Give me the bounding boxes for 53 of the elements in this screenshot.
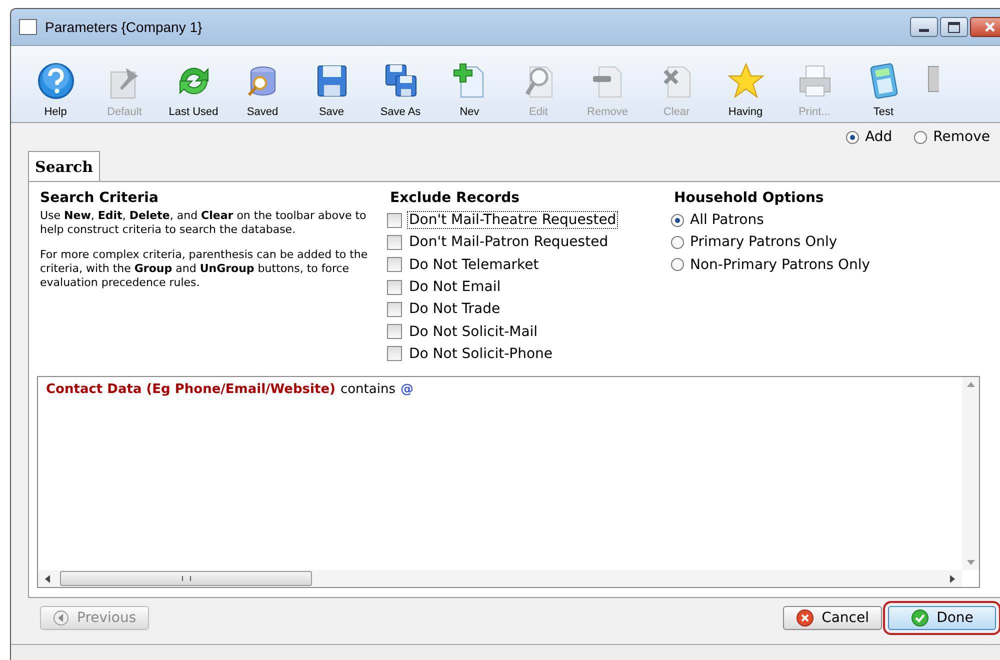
checkbox[interactable] bbox=[387, 280, 402, 295]
criteria-field[interactable]: Contact Data (Eg Phone/Email/Website) bbox=[46, 382, 336, 397]
checkbox-label[interactable]: Do Not Solicit-Phone bbox=[407, 344, 554, 363]
help-paragraph: For more complex criteria, parenthesis can be added to the criteria, with the Group and UnGroup buttons, to force evaluation precedence rules. bbox=[40, 248, 369, 290]
checkbox-label[interactable]: Do Not Telemarket bbox=[407, 256, 541, 274]
household-radio[interactable]: Primary Patrons Only bbox=[671, 231, 1000, 254]
checkbox[interactable] bbox=[387, 234, 402, 250]
toolbar-button[interactable]: Last Used bbox=[159, 62, 228, 118]
checkbox[interactable] bbox=[387, 302, 402, 317]
section-heading: Exclude Records bbox=[390, 190, 520, 206]
checkbox-label[interactable]: Don't Mail-Theatre Requested bbox=[407, 211, 618, 230]
close-button[interactable] bbox=[970, 17, 1000, 37]
section-heading: Search Criteria bbox=[40, 190, 160, 206]
toolbar-button[interactable]: Save As bbox=[366, 62, 435, 118]
section-heading: Household Options bbox=[674, 190, 825, 206]
checkbox-label[interactable]: Do Not Email bbox=[407, 278, 503, 296]
window-title: Parameters {Company 1} bbox=[45, 19, 204, 35]
checkbox[interactable] bbox=[387, 212, 402, 228]
criteria-value[interactable]: @ bbox=[400, 382, 414, 397]
toolbar-button[interactable]: Help bbox=[21, 62, 90, 118]
star-icon bbox=[726, 62, 764, 100]
checkbox-label[interactable]: Do Not Trade bbox=[407, 300, 502, 318]
checkbox[interactable] bbox=[387, 324, 402, 340]
criteria-operator[interactable]: contains bbox=[340, 382, 396, 397]
toolbar-button[interactable]: Nev bbox=[435, 62, 504, 118]
close-icon bbox=[984, 22, 996, 32]
household-radio[interactable]: All Patrons bbox=[671, 209, 1000, 232]
scroll-down-icon[interactable] bbox=[966, 560, 974, 566]
cancel-icon bbox=[796, 609, 814, 627]
toolbar-button[interactable]: Test bbox=[849, 62, 918, 118]
minimize-button[interactable] bbox=[910, 17, 938, 37]
search-tab[interactable]: Search bbox=[28, 151, 100, 182]
toolbar-button[interactable]: Having bbox=[711, 62, 780, 118]
checkbox[interactable] bbox=[387, 257, 402, 272]
household-radio[interactable]: Non-Primary Patrons Only bbox=[671, 254, 1000, 276]
scroll-right-icon[interactable] bbox=[950, 574, 956, 582]
toolbar-button[interactable]: Saved bbox=[228, 62, 297, 118]
mode-radio[interactable]: Remove bbox=[914, 129, 990, 145]
checkbox-label[interactable]: Do Not Solicit-Mail bbox=[407, 322, 540, 341]
cancel-button[interactable]: Cancel bbox=[782, 606, 882, 630]
help-paragraph: Use New, Edit, Delete, and Clear on the toolbar above to help construct criteria to search the database. bbox=[40, 209, 368, 237]
window-icon bbox=[19, 19, 37, 35]
checkbox[interactable] bbox=[387, 346, 402, 362]
vertical-scrollbar[interactable] bbox=[962, 377, 979, 570]
scroll-left-icon[interactable] bbox=[44, 574, 50, 582]
help-icon bbox=[36, 62, 74, 100]
checkbox-label[interactable]: Don't Mail-Patron Requested bbox=[407, 233, 610, 252]
scroll-up-icon[interactable] bbox=[966, 381, 974, 387]
checkmark-icon bbox=[910, 609, 929, 627]
horizontal-scrollbar[interactable] bbox=[38, 570, 962, 587]
mode-radio[interactable]: Add bbox=[846, 129, 892, 145]
maximize-button[interactable] bbox=[940, 17, 968, 37]
toolbar-button[interactable]: Save bbox=[297, 62, 366, 118]
